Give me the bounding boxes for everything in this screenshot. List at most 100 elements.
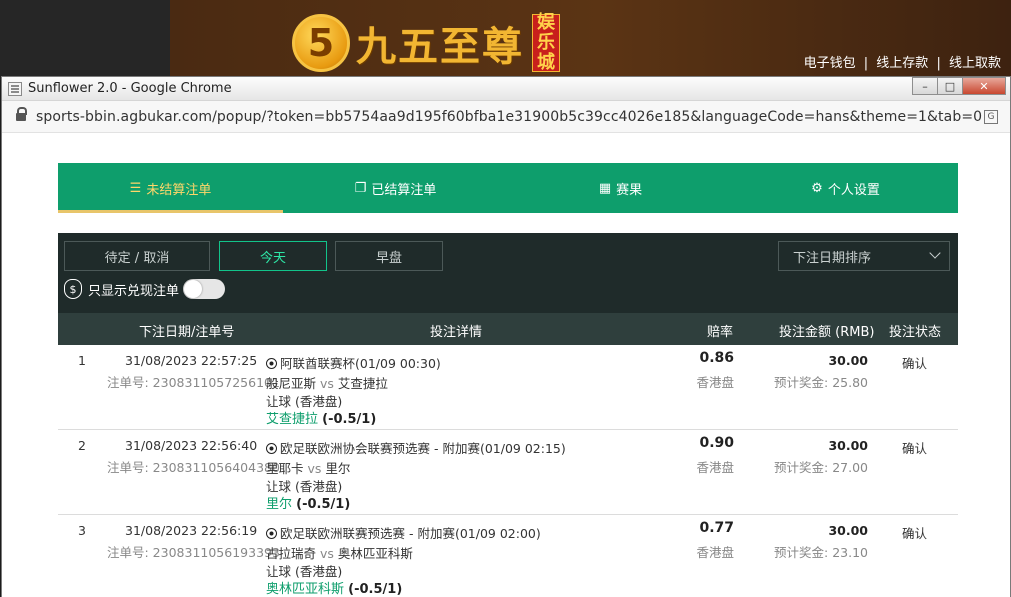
bet-datetime: 31/08/2023 22:56:40 bbox=[125, 438, 258, 453]
cashout-toggle[interactable] bbox=[183, 279, 226, 299]
url-text[interactable]: sports-bbin.agbukar.com/popup/?token=bb5… bbox=[36, 109, 982, 125]
vs-text: vs bbox=[307, 461, 322, 476]
window-titlebar[interactable]: Sunflower 2.0 - Google Chrome – □ ✕ bbox=[2, 77, 1010, 101]
bet-tabs: ☰ 未结算注单 ❐ 已结算注单 ▦ 赛果 ⚙ 个人设置 bbox=[58, 163, 958, 213]
home-team: 里耶卡 bbox=[266, 461, 304, 476]
page-content: ☰ 未结算注单 ❐ 已结算注单 ▦ 赛果 ⚙ 个人设置 待定 / 取消 今天 早… bbox=[2, 135, 1010, 597]
table-row: 1 31/08/2023 22:57:25 注单号: 2308311057256… bbox=[58, 345, 958, 430]
stake-amount: 30.00 bbox=[828, 438, 868, 453]
address-bar[interactable]: sports-bbin.agbukar.com/popup/?token=bb5… bbox=[2, 101, 1010, 133]
match-teams: 里耶卡 vs 里尔 bbox=[266, 458, 350, 477]
translate-icon[interactable]: G bbox=[984, 110, 998, 124]
tab-label: 未结算注单 bbox=[146, 182, 212, 198]
header-details: 投注详情 bbox=[430, 325, 483, 340]
odds-value: 0.86 bbox=[699, 350, 734, 366]
filter-pending-cancelled-button[interactable]: 待定 / 取消 bbox=[64, 241, 210, 271]
odds-value: 0.90 bbox=[699, 435, 734, 451]
link-withdraw[interactable]: 线上取款 bbox=[949, 56, 1001, 71]
site-banner: 5 九五至尊 娱 乐 城 电子钱包 | 线上存款 | 线上取款 bbox=[0, 0, 1011, 80]
vs-text: vs bbox=[320, 546, 334, 561]
site-account-links: 电子钱包 | 线上存款 | 线上取款 bbox=[802, 52, 1003, 71]
away-team: 艾查捷拉 bbox=[337, 376, 388, 391]
maximize-button[interactable]: □ bbox=[937, 77, 963, 95]
filter-today-button[interactable]: 今天 bbox=[219, 241, 327, 271]
table-row: 2 31/08/2023 22:56:40 注单号: 2308311056404… bbox=[58, 430, 958, 515]
bet-datetime: 31/08/2023 22:56:19 bbox=[125, 523, 258, 538]
handicap: (-0.5/1) bbox=[322, 412, 377, 427]
home-team: 般尼亚斯 bbox=[266, 376, 317, 391]
tab-label: 赛果 bbox=[616, 182, 643, 198]
selection: 艾查捷拉 bbox=[266, 412, 319, 427]
header-odds: 赔率 bbox=[707, 325, 734, 340]
bet-id: 注单号: 2308311056193393 bbox=[107, 545, 280, 560]
stake-amount: 30.00 bbox=[828, 353, 868, 368]
soccer-ball-icon bbox=[266, 358, 277, 369]
logo-badge: 5 bbox=[292, 14, 350, 72]
filter-panel: 待定 / 取消 今天 早盘 下注日期排序 $ 只显示兑现注单 bbox=[58, 233, 958, 313]
site-logo[interactable]: 5 九五至尊 娱 乐 城 bbox=[292, 12, 560, 73]
estimated-payout: 预计奖金: 23.10 bbox=[774, 545, 868, 560]
minimize-button[interactable]: – bbox=[912, 77, 938, 95]
handicap: (-0.5/1) bbox=[296, 497, 351, 512]
home-team: 古拉瑞奇 bbox=[266, 546, 317, 561]
tab-label: 个人设置 bbox=[827, 182, 880, 198]
league-line: 欧足联欧洲联赛预选赛 - 附加赛(01/09 02:00) bbox=[266, 523, 541, 542]
bet-list: 1 31/08/2023 22:57:25 注单号: 2308311057256… bbox=[58, 345, 958, 597]
odds-value: 0.77 bbox=[699, 520, 734, 536]
link-e-wallet[interactable]: 电子钱包 bbox=[804, 56, 856, 71]
estimated-payout: 预计奖金: 27.00 bbox=[774, 460, 868, 475]
bet-pick: 里尔 (-0.5/1) bbox=[266, 493, 350, 512]
window-controls: – □ ✕ bbox=[912, 77, 1006, 95]
bet-status: 确认 bbox=[902, 356, 928, 371]
gear-icon: ⚙ bbox=[811, 180, 823, 196]
bet-status: 确认 bbox=[902, 526, 928, 541]
link-deposit[interactable]: 线上存款 bbox=[876, 56, 928, 71]
lock-icon[interactable] bbox=[16, 107, 27, 124]
bet-status: 确认 bbox=[902, 441, 928, 456]
table-row: 3 31/08/2023 22:56:19 注单号: 2308311056193… bbox=[58, 515, 958, 597]
match-teams: 古拉瑞奇 vs 奥林匹亚科斯 bbox=[266, 543, 413, 562]
sort-select[interactable]: 下注日期排序 bbox=[778, 241, 950, 271]
cashout-filter-label: 只显示兑现注单 bbox=[88, 283, 180, 299]
logo-tag-char: 娱 bbox=[537, 12, 555, 33]
selection: 奥林匹亚科斯 bbox=[266, 582, 345, 597]
odds-type: 香港盘 bbox=[696, 545, 734, 560]
soccer-ball-icon bbox=[266, 443, 277, 454]
link-separator: | bbox=[936, 56, 941, 71]
banner-left-panel bbox=[0, 0, 170, 80]
tab-settled[interactable]: ❐ 已结算注单 bbox=[283, 163, 508, 213]
selection: 里尔 bbox=[266, 497, 293, 512]
app-icon bbox=[8, 81, 22, 96]
close-button[interactable]: ✕ bbox=[962, 77, 1006, 95]
bet-id: 注单号: 2308311056404380 bbox=[107, 460, 280, 475]
window-title: Sunflower 2.0 - Google Chrome bbox=[28, 81, 232, 96]
cashout-filter: $ 只显示兑现注单 bbox=[64, 279, 226, 299]
handicap: (-0.5/1) bbox=[348, 582, 403, 597]
chevron-down-icon bbox=[929, 247, 941, 259]
tab-unsettled[interactable]: ☰ 未结算注单 bbox=[58, 163, 283, 213]
bet-datetime: 31/08/2023 22:57:25 bbox=[125, 353, 258, 368]
stake-amount: 30.00 bbox=[828, 523, 868, 538]
settled-icon: ❐ bbox=[354, 180, 367, 196]
row-index: 1 bbox=[78, 353, 86, 368]
odds-type: 香港盘 bbox=[696, 460, 734, 475]
soccer-ball-icon bbox=[266, 528, 277, 539]
bet-pick: 奥林匹亚科斯 (-0.5/1) bbox=[266, 578, 402, 597]
vs-text: vs bbox=[320, 376, 334, 391]
header-date-id: 下注日期/注单号 bbox=[139, 325, 235, 340]
tab-settings[interactable]: ⚙ 个人设置 bbox=[733, 163, 958, 213]
money-bag-icon: $ bbox=[64, 279, 82, 299]
league-name: 阿联酋联赛杯(01/09 00:30) bbox=[280, 356, 441, 371]
league-line: 阿联酋联赛杯(01/09 00:30) bbox=[266, 353, 441, 372]
list-icon: ☰ bbox=[129, 180, 142, 196]
match-teams: 般尼亚斯 vs 艾查捷拉 bbox=[266, 373, 388, 392]
away-team: 里尔 bbox=[325, 461, 351, 476]
tab-results[interactable]: ▦ 赛果 bbox=[508, 163, 733, 213]
link-separator: | bbox=[863, 56, 869, 71]
header-status: 投注状态 bbox=[889, 325, 942, 340]
league-name: 欧足联欧洲联赛预选赛 - 附加赛(01/09 02:00) bbox=[280, 526, 541, 541]
filter-early-button[interactable]: 早盘 bbox=[335, 241, 443, 271]
results-icon: ▦ bbox=[598, 180, 612, 196]
logo-tag-char: 乐 bbox=[537, 32, 555, 53]
popup-window: Sunflower 2.0 - Google Chrome – □ ✕ spor… bbox=[1, 76, 1011, 597]
